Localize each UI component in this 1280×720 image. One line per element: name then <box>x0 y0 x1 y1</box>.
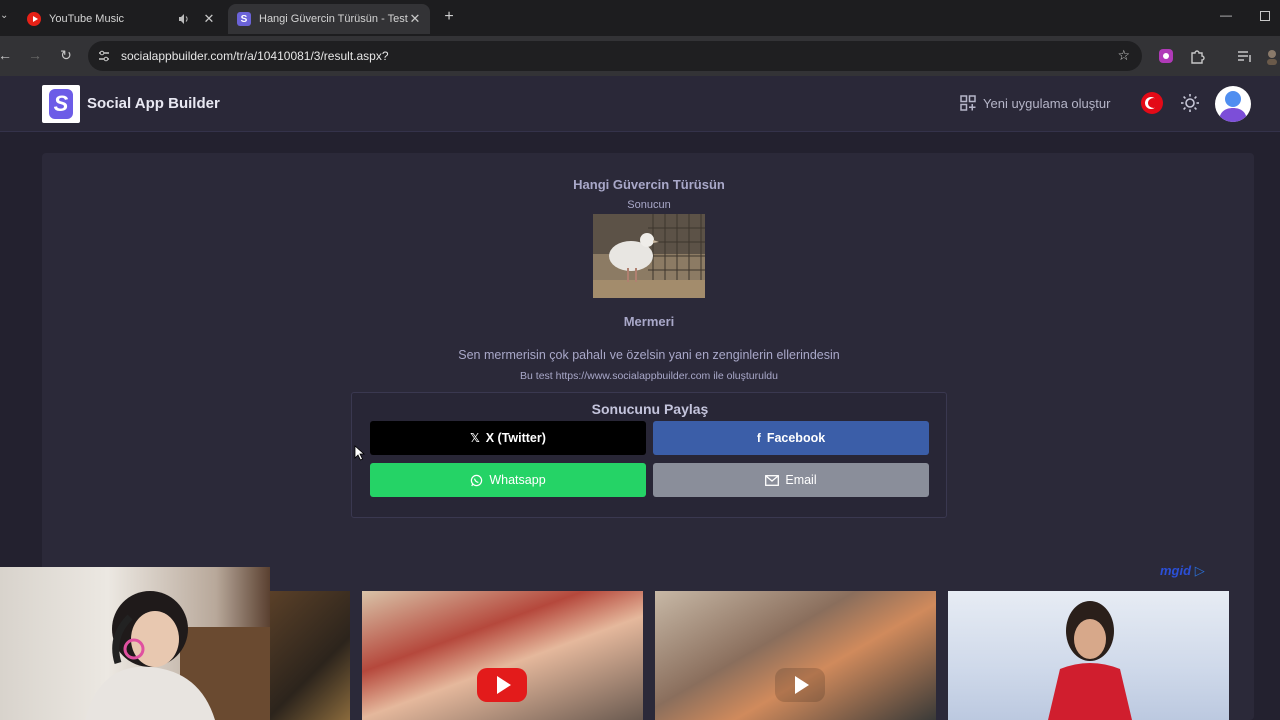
ad-thumbnail[interactable] <box>948 591 1229 720</box>
ad-thumbnail[interactable] <box>362 591 643 720</box>
address-bar[interactable]: socialappbuilder.com/tr/a/10410081/3/res… <box>88 41 1142 71</box>
site-header: S Social App Builder Yeni uygulama oluşt… <box>0 76 1280 132</box>
profile-icon[interactable] <box>1264 47 1280 65</box>
share-twitter-label: X (Twitter) <box>485 431 546 445</box>
result-label: Sonucun <box>627 199 671 211</box>
brand-name[interactable]: Social App Builder <box>87 95 220 112</box>
share-email-label: Email <box>785 473 817 487</box>
youtube-play-icon <box>477 668 527 702</box>
speaker-icon[interactable] <box>178 13 192 25</box>
mgid-brand: mgid <box>1160 563 1192 578</box>
ad-thumbnail[interactable] <box>655 591 936 720</box>
mgid-ad-logo[interactable]: mgid ▷ <box>1160 563 1205 579</box>
ad-thumbnail[interactable] <box>270 591 350 720</box>
play-icon <box>775 668 825 702</box>
webcam-overlay <box>0 567 270 720</box>
result-pigeon-image <box>593 214 705 298</box>
facebook-logo-icon: f <box>756 431 761 445</box>
share-panel: Sonucunu Paylaş 𝕏 X (Twitter) f Facebook… <box>351 392 947 518</box>
quiz-title: Hangi Güvercin Türüsün <box>573 177 725 192</box>
social-app-builder-icon: S <box>237 12 251 26</box>
site-settings-icon[interactable] <box>96 48 112 64</box>
share-email-button[interactable]: Email <box>653 463 929 497</box>
share-facebook-button[interactable]: f Facebook <box>653 421 929 455</box>
mouse-cursor-icon <box>354 445 366 461</box>
tab-title: Hangi Güvercin Türüsün - Test <box>259 13 408 25</box>
share-title: Sonucunu Paylaş <box>591 401 709 417</box>
new-app-label: Yeni uygulama oluştur <box>983 95 1111 111</box>
share-twitter-button[interactable]: 𝕏 X (Twitter) <box>370 421 646 455</box>
made-with-text: Bu test https://www.socialappbuilder.com… <box>520 370 778 382</box>
user-avatar[interactable] <box>1215 86 1251 122</box>
x-logo-icon: 𝕏 <box>470 431 480 445</box>
extension-icon[interactable] <box>1157 47 1175 65</box>
theme-toggle-sun-icon[interactable] <box>1180 93 1200 113</box>
envelope-icon <box>765 474 780 486</box>
share-whatsapp-button[interactable]: Whatsapp <box>370 463 646 497</box>
reload-icon[interactable]: ↻ <box>57 46 75 64</box>
result-name: Mermeri <box>623 314 675 329</box>
media-queue-icon[interactable] <box>1236 47 1254 65</box>
turkish-flag-icon[interactable] <box>1141 92 1163 114</box>
tab-quiz[interactable]: S Hangi Güvercin Türüsün - Test ✕ <box>228 4 430 34</box>
tab-search-chevron-icon[interactable]: ⌄ <box>0 10 10 24</box>
close-tab-icon[interactable]: ✕ <box>408 11 422 27</box>
forward-arrow-icon[interactable]: → <box>26 46 44 64</box>
maximize-icon[interactable] <box>1260 11 1270 21</box>
new-app-link[interactable]: Yeni uygulama oluştur <box>960 95 1110 111</box>
ad-choices-icon[interactable]: ▷ <box>1195 563 1205 578</box>
share-facebook-label: Facebook <box>766 431 826 445</box>
user-avatar-icon <box>1219 91 1247 122</box>
youtube-music-icon <box>27 12 41 26</box>
site-logo[interactable]: S <box>42 85 80 123</box>
extensions-puzzle-icon[interactable] <box>1189 47 1207 65</box>
close-tab-icon[interactable]: ✕ <box>202 11 216 27</box>
grid-add-icon <box>960 95 976 111</box>
share-whatsapp-label: Whatsapp <box>489 473 546 487</box>
tab-youtube-music[interactable]: YouTube Music ✕ <box>18 4 224 34</box>
back-arrow-icon[interactable]: ← <box>0 46 14 64</box>
url-text[interactable]: socialappbuilder.com/tr/a/10410081/3/res… <box>121 49 389 63</box>
result-description: Sen mermerisin çok pahalı ve özelsin yan… <box>458 348 840 362</box>
minimize-icon[interactable]: — <box>1218 8 1234 24</box>
browser-tab-bar: ⌄ YouTube Music ✕ S Hangi Güvercin Türüs… <box>0 0 1280 36</box>
new-tab-icon[interactable]: + <box>440 8 458 26</box>
tab-title: YouTube Music <box>49 13 125 25</box>
logo-s-icon: S <box>49 89 73 119</box>
bookmark-star-icon[interactable]: ☆ <box>1117 47 1130 64</box>
browser-toolbar: ← → ↻ socialappbuilder.com/tr/a/10410081… <box>0 36 1280 76</box>
whatsapp-logo-icon <box>471 474 483 486</box>
